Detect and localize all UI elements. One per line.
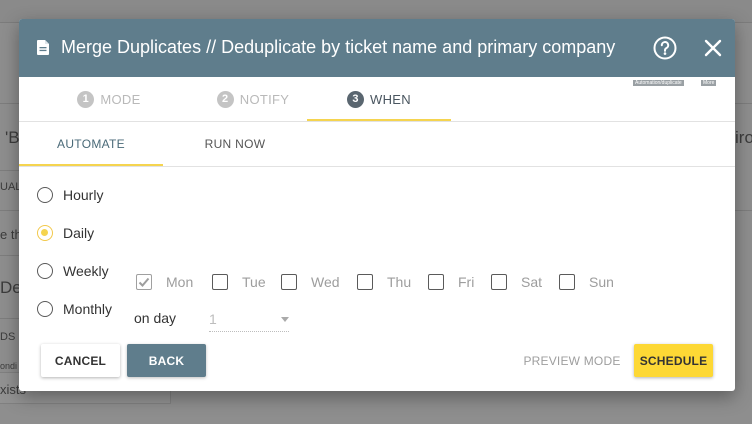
weekday-label: Thu	[387, 274, 412, 290]
checkbox[interactable]	[281, 274, 297, 290]
weekday-label: Sat	[521, 274, 543, 290]
dialog-header: Merge Duplicates // Deduplicate by ticke…	[19, 19, 735, 77]
radio-weekly[interactable]: Weekly	[37, 261, 109, 281]
tag-chip: Automation/duplicate	[633, 80, 684, 86]
on-day-label: on day	[134, 310, 177, 326]
schedule-dialog: Merge Duplicates // Deduplicate by ticke…	[19, 19, 735, 391]
dialog-title: Merge Duplicates // Deduplicate by ticke…	[61, 37, 616, 57]
weekday-tue[interactable]: Tue	[212, 273, 266, 291]
cancel-button[interactable]: CANCEL	[41, 344, 120, 377]
background-text: iro	[735, 128, 752, 147]
radio-monthly[interactable]: Monthly	[37, 299, 112, 319]
document-icon	[37, 40, 49, 55]
on-day-select[interactable]: 1	[209, 307, 289, 332]
weekday-label: Fri	[458, 274, 475, 290]
step-when[interactable]: 3 WHEN	[307, 77, 451, 121]
tab-automate[interactable]: AUTOMATE	[19, 122, 163, 166]
chevron-down-icon	[281, 317, 289, 322]
tab-run-now[interactable]: RUN NOW	[163, 122, 307, 166]
checkbox[interactable]	[428, 274, 444, 290]
step-label: NOTIFY	[239, 91, 290, 107]
background-text: DS	[0, 331, 16, 343]
checkbox[interactable]	[357, 274, 373, 290]
stepper: 1 MODE 2 NOTIFY 3 WHEN Automation/duplic…	[19, 77, 735, 122]
radio-button[interactable]	[37, 263, 53, 279]
radio-label: Daily	[63, 225, 95, 241]
checkbox[interactable]	[212, 274, 228, 290]
weekday-label: Tue	[242, 274, 266, 290]
radio-button-selected[interactable]	[37, 225, 53, 241]
back-button[interactable]: BACK	[127, 344, 206, 377]
radio-button[interactable]	[37, 187, 53, 203]
weekday-label: Wed	[311, 274, 340, 290]
weekday-label: Mon	[166, 274, 194, 290]
step-mode[interactable]: 1 MODE	[37, 77, 181, 121]
step-number: 3	[347, 90, 365, 108]
on-day-value: 1	[209, 311, 217, 327]
checkbox[interactable]	[491, 274, 507, 290]
tag-chip: More	[701, 80, 717, 86]
preview-mode-button[interactable]: PREVIEW MODE	[522, 344, 622, 377]
checkbox-checked[interactable]	[136, 274, 152, 290]
close-icon[interactable]	[703, 38, 723, 58]
step-number: 1	[77, 90, 95, 108]
checkmark-icon	[138, 277, 150, 287]
weekday-sat[interactable]: Sat	[491, 273, 542, 291]
weekday-sun[interactable]: Sun	[559, 273, 614, 291]
radio-label: Monthly	[63, 301, 113, 317]
weekday-label: Sun	[589, 274, 614, 290]
weekday-mon[interactable]: Mon	[136, 273, 193, 291]
schedule-tabs: AUTOMATE RUN NOW	[19, 122, 735, 167]
background-text: 'B	[5, 128, 20, 147]
radio-label: Weekly	[63, 263, 109, 279]
help-circle-icon[interactable]	[653, 36, 677, 60]
weekday-thu[interactable]: Thu	[357, 273, 411, 291]
radio-daily[interactable]: Daily	[37, 223, 94, 243]
radio-button[interactable]	[37, 301, 53, 317]
step-notify[interactable]: 2 NOTIFY	[181, 77, 325, 121]
radio-hourly[interactable]: Hourly	[37, 185, 103, 205]
background-text: ondi	[0, 361, 18, 371]
step-label: WHEN	[370, 91, 411, 107]
step-label: MODE	[100, 91, 141, 107]
step-number: 2	[216, 90, 234, 108]
radio-label: Hourly	[63, 187, 104, 203]
schedule-button[interactable]: SCHEDULE	[634, 344, 713, 377]
checkbox[interactable]	[559, 274, 575, 290]
weekday-fri[interactable]: Fri	[428, 273, 474, 291]
weekday-wed[interactable]: Wed	[281, 273, 340, 291]
